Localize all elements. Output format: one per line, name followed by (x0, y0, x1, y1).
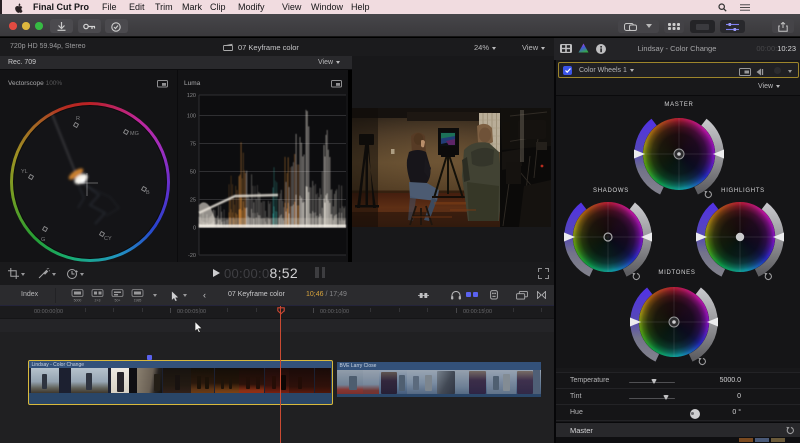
svg-text:5000: 5000 (74, 299, 82, 303)
svg-text:CY: CY (104, 236, 112, 242)
svg-text:B: B (146, 190, 150, 196)
svg-text:MG: MG (130, 131, 139, 137)
svg-text:G: G (41, 237, 45, 243)
svg-text:25: 25 (190, 198, 196, 204)
svg-text:100: 100 (187, 114, 196, 120)
svg-text:0: 0 (193, 226, 196, 232)
svg-text:2+3: 2+3 (95, 299, 101, 303)
svg-text:50+: 50+ (115, 299, 121, 303)
svg-text:-20: -20 (188, 253, 196, 259)
svg-text:120: 120 (187, 93, 196, 99)
svg-text:YL: YL (21, 169, 28, 175)
svg-text:1985: 1985 (134, 299, 142, 303)
svg-text:50: 50 (190, 170, 196, 176)
svg-text:75: 75 (190, 142, 196, 148)
svg-text:R: R (76, 116, 80, 122)
